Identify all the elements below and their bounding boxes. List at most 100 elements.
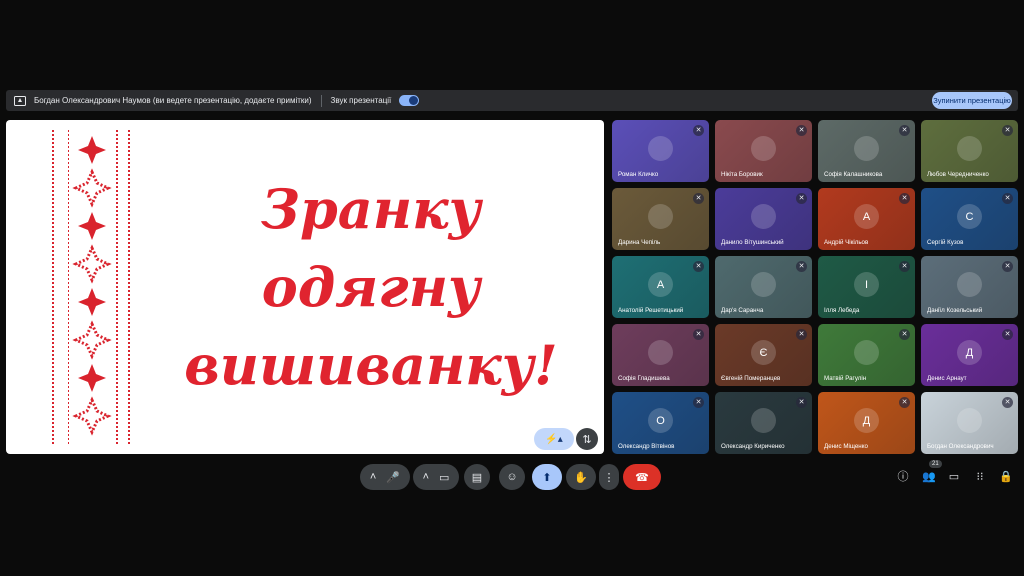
participant-tile[interactable]: ✕ Олександр Кириченко [715,392,812,454]
avatar: О [648,408,673,433]
avatar [957,408,982,433]
participant-name: Софія Калашникова [824,171,883,178]
mic-muted-icon: ✕ [899,329,910,340]
move-arrows-icon: ⇅ [582,433,592,446]
participant-tile[interactable]: ✕ С Сергій Кузов [921,188,1018,250]
emoji-icon: ☺ [506,471,518,483]
presentation-bar: Богдан Олександрович Наумов (ви ведете п… [6,90,1018,111]
mic-muted-icon: ✕ [693,125,704,136]
meeting-details-button[interactable]: ⓘ [895,468,911,484]
participant-name: Ілля Лебеда [824,307,860,314]
divider [320,94,322,107]
chevron-up-icon: ˄ [422,471,430,483]
participant-tile[interactable]: ✕ Дар'я Саранча [715,256,812,318]
people-icon: 👥 [922,470,936,483]
raise-hand-button[interactable]: ✋ [566,464,596,490]
presentation-slide: Зранку одягну вишиванку! ⚡▴ ⇅ [6,120,604,454]
participant-name: Денис Міщенко [824,443,868,450]
slide-line-2: одягну [261,255,481,319]
present-button[interactable]: ⬆ [532,464,562,490]
avatar: І [854,272,879,297]
participant-tile[interactable]: ✕ Є Євгеній Померанцев [715,324,812,386]
more-vert-icon: ⋮ [603,471,615,484]
camera-icon: ▭ [439,471,450,484]
more-options-button[interactable]: ⋮ [599,464,619,490]
participant-tile[interactable]: ✕ І Ілля Лебеда [818,256,915,318]
toggle-knob [409,96,419,105]
slide-move-button[interactable]: ⇅ [576,428,598,450]
participant-name: Євгеній Померанцев [721,375,781,382]
activities-button[interactable]: ⁝⁝ [972,468,988,484]
mic-muted-icon: ✕ [1002,261,1013,272]
avatar [957,272,982,297]
participant-tile[interactable]: ✕ О Олександр Вітвінов [612,392,709,454]
mic-muted-icon: ✕ [796,261,807,272]
avatar [648,136,673,161]
avatar [751,408,776,433]
mic-control[interactable]: ˄ 🎤 [360,464,410,490]
participant-name: Андрій Чікільов [824,239,869,246]
mic-muted-icon: ✕ [693,329,704,340]
mic-muted-icon: ✕ [796,397,807,408]
stop-presentation-button[interactable]: Зупинити презентацію [932,92,1012,109]
participant-name: Олександр Вітвінов [618,443,675,450]
reactions-button[interactable]: ☺ [499,464,525,490]
participant-name: Дарина Чепіль [618,239,661,246]
camera-control[interactable]: ˄ ▭ [413,464,459,490]
sparkle-icon: ⚡▴ [545,433,563,445]
slide-line-3: вишиванку! [184,333,558,397]
participant-tile[interactable]: ✕ А Анатолій Решетицький [612,256,709,318]
mic-muted-icon: ✕ [899,125,910,136]
mic-muted-icon: ✕ [1002,397,1013,408]
captions-icon: ▤ [471,471,483,484]
leave-call-button[interactable]: ☎ [623,464,661,490]
slide-line-1: Зранку [261,177,481,241]
participant-tile[interactable]: ✕ Матвій Рагулін [818,324,915,386]
host-controls-button[interactable]: 🔒 [998,468,1014,484]
embroidery-ornament [52,130,132,444]
avatar [648,204,673,229]
slide-effects-button[interactable]: ⚡▴ [534,428,574,450]
participant-name: Анатолій Решетицький [618,307,684,314]
avatar: С [957,204,982,229]
avatar: Д [957,340,982,365]
captions-button[interactable]: ▤ [464,464,490,490]
bottom-toolbar: ˄ 🎤 ˄ ▭ ▤ ☺ ⬆ ✋ ⋮ ☎ ⓘ 👥 ▭ ⁝⁝ 🔒 [0,462,1024,492]
mic-muted-icon: ✕ [899,193,910,204]
mic-muted-icon: ✕ [1002,125,1013,136]
participant-tile[interactable]: ✕ Даніїл Козельський [921,256,1018,318]
participant-tile[interactable]: ✕ А Андрій Чікільов [818,188,915,250]
mic-muted-icon: ✕ [1002,329,1013,340]
chat-button[interactable]: ▭ [946,468,962,484]
hand-icon: ✋ [574,471,588,484]
participant-tile[interactable]: ✕ Любов Чередниченко [921,120,1018,182]
avatar: А [854,204,879,229]
participant-name: Любов Чередниченко [927,171,989,178]
participant-name: Дар'я Саранча [721,307,764,314]
participant-tile[interactable]: ✕ Д Денис Міщенко [818,392,915,454]
present-screen-icon [14,95,26,106]
people-button[interactable]: 👥 [921,468,937,484]
participant-name: Роман Кличко [618,171,659,178]
chevron-up-icon: ˄ [369,471,377,483]
participant-tile[interactable]: ✕ Данило Вітушинський [715,188,812,250]
mic-muted-icon: ✕ [1002,193,1013,204]
mic-muted-icon: ✕ [693,397,704,408]
participant-tile[interactable]: ✕ Богдан Олександрович [921,392,1018,454]
participant-name: Софія Гладишева [618,375,670,382]
participant-name: Нікіта Боровик [721,171,763,178]
participant-name: Даніїл Козельський [927,307,983,314]
participant-tile[interactable]: ✕ Софія Калашникова [818,120,915,182]
slide-title: Зранку одягну вишиванку! [156,170,586,404]
avatar [854,340,879,365]
participant-tile[interactable]: ✕ Роман Кличко [612,120,709,182]
participant-tile[interactable]: ✕ Д Денис Арнаут [921,324,1018,386]
participant-tile[interactable]: ✕ Софія Гладишева [612,324,709,386]
presentation-sound-toggle[interactable] [399,95,420,106]
participant-tile[interactable]: ✕ Нікіта Боровик [715,120,812,182]
mic-muted-icon: ✕ [796,329,807,340]
avatar [854,136,879,161]
present-screen-icon: ⬆ [542,471,552,484]
lock-person-icon: 🔒 [999,470,1013,483]
participant-tile[interactable]: ✕ Дарина Чепіль [612,188,709,250]
